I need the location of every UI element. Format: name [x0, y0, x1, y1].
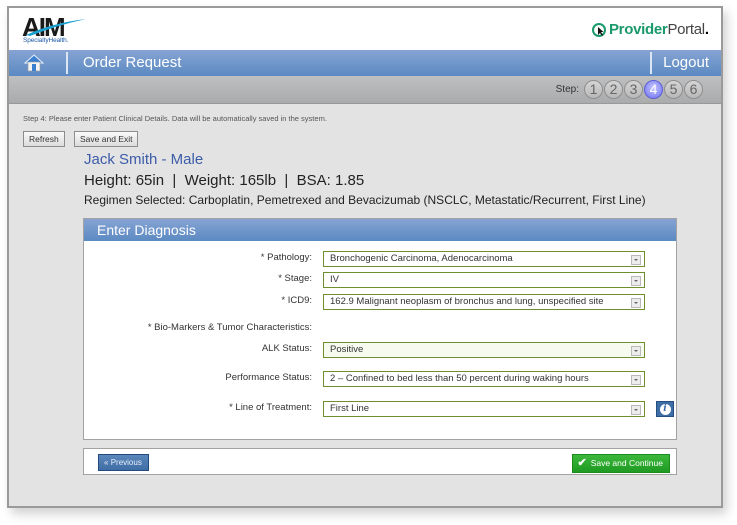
performance-status-value: 2 – Confined to bed less than 50 percent…: [330, 373, 589, 384]
stage-select[interactable]: IV: [323, 272, 645, 288]
rewind-icon: «: [104, 458, 109, 467]
pathology-select[interactable]: Bronchogenic Carcinoma, Adenocarcinoma: [323, 251, 645, 267]
line-of-treatment-select[interactable]: First Line: [323, 401, 645, 417]
patient-vitals: Height: 65in | Weight: 165lb | BSA: 1.85: [84, 172, 365, 189]
step-1[interactable]: 1: [584, 80, 603, 99]
save-and-continue-button[interactable]: ✔ Save and Continue: [572, 454, 670, 473]
nav-separator: [650, 52, 652, 74]
instruction-text: Step 4: Please enter Patient Clinical De…: [23, 114, 327, 123]
alk-status-select[interactable]: Positive: [323, 342, 645, 358]
pathology-value: Bronchogenic Carcinoma, Adenocarcinoma: [330, 253, 513, 264]
field-row-stage: * Stage: IV: [84, 272, 676, 288]
info-button[interactable]: i: [656, 401, 674, 417]
step-indicator: Step: 1 2 3 4 5 6: [556, 80, 703, 99]
field-row-icd9: * ICD9: 162.9 Malignant neoplasm of bron…: [84, 294, 676, 310]
line-of-treatment-value: First Line: [330, 403, 370, 414]
app-window: AIM SpecialtyHealth. Provider Portal . O…: [7, 6, 723, 508]
performance-status-label: Performance Status:: [225, 372, 312, 383]
field-row-alk-status: ALK Status: Positive: [84, 342, 676, 358]
page-title: Order Request: [83, 54, 182, 71]
step-6[interactable]: 6: [684, 80, 703, 99]
performance-status-select[interactable]: 2 – Confined to bed less than 50 percent…: [323, 371, 645, 387]
step-5[interactable]: 5: [664, 80, 683, 99]
regimen-selected: Regimen Selected: Carboplatin, Pemetrexe…: [84, 193, 646, 207]
chevron-down-icon: [631, 405, 641, 415]
portal-cursor-icon: [591, 22, 606, 37]
chevron-down-icon: [631, 346, 641, 356]
chevron-down-icon: [631, 375, 641, 385]
nav-separator: [66, 52, 68, 74]
line-of-treatment-label: * Line of Treatment:: [229, 402, 312, 413]
step-2[interactable]: 2: [604, 80, 623, 99]
save-and-exit-button[interactable]: Save and Exit: [74, 131, 139, 147]
logo-subtext: SpecialtyHealth.: [23, 37, 69, 44]
checkmark-icon: ✔: [577, 457, 587, 469]
biomarkers-heading-row: * Bio-Markers & Tumor Characteristics:: [84, 321, 676, 337]
panel-title: Enter Diagnosis: [84, 219, 676, 241]
logout-link[interactable]: Logout: [663, 54, 709, 71]
aim-logo: AIM SpecialtyHealth.: [22, 15, 92, 47]
save-and-continue-label: Save and Continue: [590, 458, 663, 468]
field-row-performance-status: Performance Status: 2 – Confined to bed …: [84, 371, 676, 387]
header: AIM SpecialtyHealth. Provider Portal .: [9, 8, 721, 50]
provider-portal-brand: Provider Portal .: [591, 21, 709, 38]
step-3[interactable]: 3: [624, 80, 643, 99]
home-icon: [23, 54, 45, 72]
chevron-down-icon: [631, 298, 641, 308]
portal-dot: .: [704, 21, 709, 38]
enter-diagnosis-panel: Enter Diagnosis * Pathology: Bronchogeni…: [83, 218, 677, 440]
step-label: Step:: [555, 84, 579, 95]
navbar: Order Request Logout: [9, 50, 721, 76]
previous-button[interactable]: « Previous: [98, 454, 149, 471]
icd9-value: 162.9 Malignant neoplasm of bronchus and…: [330, 296, 604, 307]
info-icon: i: [659, 404, 671, 415]
stage-label: * Stage:: [278, 273, 312, 284]
navigation-footer: « Previous ✔ Save and Continue: [83, 448, 677, 475]
portal-bold-text: Provider: [608, 21, 668, 38]
stage-value: IV: [330, 274, 339, 285]
step-bar: Step: 1 2 3 4 5 6: [9, 76, 721, 104]
pathology-label: * Pathology:: [260, 252, 312, 263]
previous-label: Previous: [110, 458, 142, 467]
biomarkers-label: * Bio-Markers & Tumor Characteristics:: [147, 322, 312, 333]
step-4-active[interactable]: 4: [644, 80, 663, 99]
alk-status-label: ALK Status:: [261, 343, 312, 354]
home-button[interactable]: [23, 53, 45, 73]
alk-status-value: Positive: [330, 344, 364, 355]
patient-name: Jack Smith - Male: [84, 151, 204, 168]
icd9-label: * ICD9:: [281, 295, 312, 306]
portal-light-text: Portal: [667, 21, 705, 38]
chevron-down-icon: [631, 276, 641, 286]
refresh-button[interactable]: Refresh: [23, 131, 65, 147]
chevron-down-icon: [631, 255, 641, 265]
field-row-pathology: * Pathology: Bronchogenic Carcinoma, Ade…: [84, 251, 676, 267]
field-row-line-of-treatment: * Line of Treatment: First Line i: [84, 401, 676, 417]
icd9-select[interactable]: 162.9 Malignant neoplasm of bronchus and…: [323, 294, 645, 310]
